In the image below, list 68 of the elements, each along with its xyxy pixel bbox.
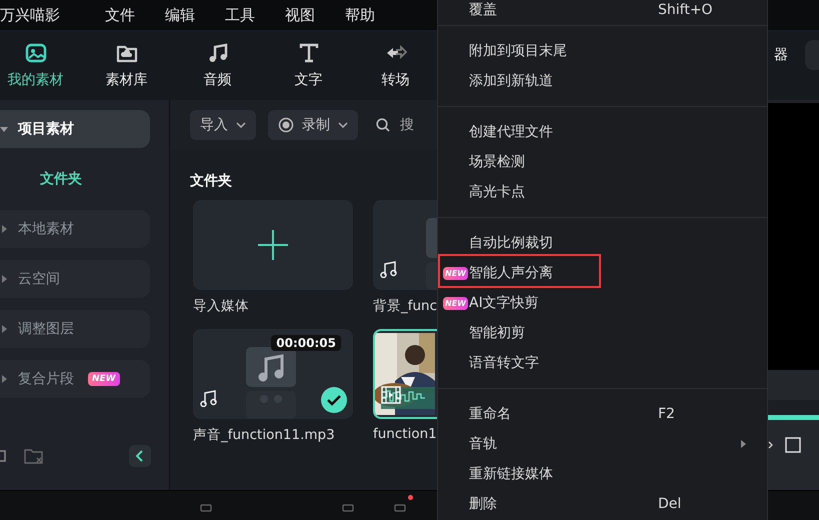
media-label: 导入媒体 — [193, 297, 249, 315]
caret-down-icon — [0, 125, 8, 133]
context-menu-item[interactable]: 重命名 F2 — [438, 399, 767, 429]
context-menu-item[interactable]: 音轨 — [438, 429, 767, 459]
collapse-button[interactable] — [129, 445, 151, 467]
folder-item[interactable]: 文件夹 — [40, 170, 82, 188]
context-menu-item[interactable]: NEW AI文字快剪 — [438, 288, 767, 318]
context-menu-item[interactable]: 自动比例裁切 — [438, 228, 767, 258]
sidebar-item[interactable]: 本地素材 — [0, 210, 150, 248]
chevron-down-icon — [236, 122, 246, 128]
sidebar-item[interactable]: 项目素材 — [0, 110, 150, 148]
menu-item[interactable]: 视图 — [285, 6, 345, 24]
new-badge: NEW — [443, 296, 468, 310]
music-note-icon — [200, 389, 218, 407]
menu-item[interactable]: 工具 — [225, 6, 285, 24]
context-menu-item[interactable]: 创建代理文件 — [438, 117, 767, 147]
sidebar-item[interactable]: 调整图层 — [0, 310, 150, 348]
toolbar-tab[interactable]: 音频 — [172, 30, 263, 100]
sidebar-item[interactable]: 复合片段 NEW — [0, 360, 150, 398]
film-icon — [381, 386, 401, 404]
duration-label: 00:00:05 — [271, 335, 341, 351]
fullscreen-icon — [785, 437, 801, 453]
record-dot-icon — [408, 495, 413, 500]
context-menu-item[interactable]: 高光卡点 — [438, 177, 767, 207]
app-title: 万兴喵影 — [0, 6, 61, 24]
music-thumbnail-icon — [246, 347, 296, 419]
context-menu-item[interactable]: 智能初剪 — [438, 318, 767, 348]
search-field[interactable]: 搜 — [400, 116, 414, 134]
search-icon — [376, 118, 390, 132]
context-menu-item[interactable]: 场景检测 — [438, 147, 767, 177]
menu-item[interactable]: 帮助 — [345, 6, 405, 24]
chevron-left-icon — [136, 450, 144, 462]
folder-remove-icon — [24, 447, 44, 465]
record-dropdown[interactable]: 录制 — [268, 110, 358, 140]
media-card[interactable]: 00:00:05 — [193, 329, 353, 419]
toolbar-tab[interactable]: 转场 — [354, 30, 437, 100]
menu-item[interactable]: 文件 — [105, 6, 165, 24]
caret-right-icon — [0, 325, 8, 333]
caret-right-icon — [0, 375, 8, 383]
section-title: 文件夹 — [189, 172, 233, 191]
context-menu-item[interactable]: 覆盖 Shift+O — [438, 0, 767, 20]
toolbar-tab[interactable]: 文字 — [263, 30, 354, 100]
player-title: 器 — [774, 46, 788, 64]
toolbar-tab[interactable]: 我的素材 — [0, 30, 81, 100]
shortcut-label: F2 — [658, 406, 676, 422]
record-icon — [278, 117, 294, 133]
sidebar-item[interactable]: 云空间 — [0, 260, 150, 298]
context-menu-item[interactable]: 附加到项目末尾 — [438, 36, 767, 66]
shortcut-label: Shift+O — [658, 2, 714, 18]
music-note-icon — [380, 260, 398, 278]
context-menu-item[interactable]: 重新链接媒体 — [438, 459, 767, 489]
plus-icon — [258, 230, 288, 260]
media-frame-icon — [24, 41, 48, 65]
toolbar-tab[interactable]: 素材库 — [81, 30, 172, 100]
context-menu-item[interactable]: 语音转文字 — [438, 348, 767, 378]
media-label: 背景_func — [373, 297, 437, 315]
caret-right-icon — [0, 225, 8, 233]
shortcut-label: Del — [658, 496, 682, 512]
new-badge: NEW — [88, 372, 120, 386]
import-dropdown[interactable]: 导入 — [190, 110, 256, 140]
media-label: 声音_function11.mp3 — [193, 426, 335, 444]
menu-item[interactable]: 编辑 — [165, 6, 225, 24]
caret-right-icon — [0, 275, 8, 283]
context-menu-item[interactable]: NEW 智能人声分离 — [438, 258, 767, 288]
context-menu-item[interactable]: 添加到新轨道 — [438, 66, 767, 96]
media-label: function1 — [373, 426, 437, 442]
chevron-down-icon — [338, 122, 348, 128]
new-badge: NEW — [443, 266, 468, 280]
